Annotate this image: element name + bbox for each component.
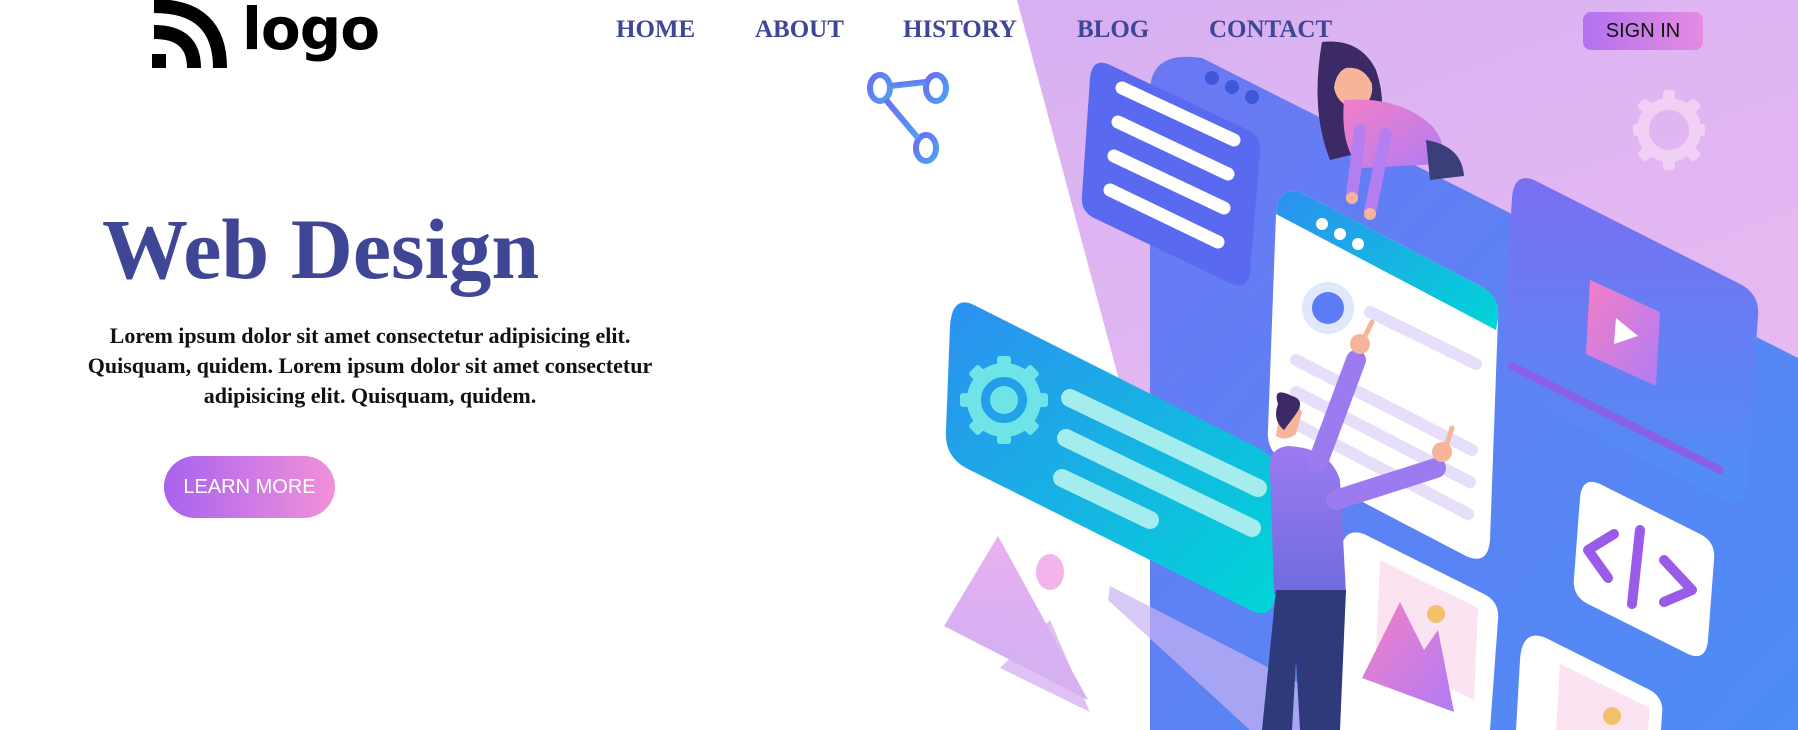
hero-description: Lorem ipsum dolor sit amet consectetur a… (87, 323, 653, 408)
share-nodes-icon (867, 72, 949, 164)
nav-contact[interactable]: CONTACT (1209, 14, 1332, 46)
nav-blog[interactable]: BLOG (1077, 14, 1149, 46)
wifi-arcs-icon (152, 0, 227, 68)
learn-more-button[interactable]: LEARN MORE (164, 456, 335, 518)
gear-icon (960, 356, 1048, 444)
nav-history[interactable]: HISTORY (903, 14, 1017, 46)
logo-text: logo (242, 0, 380, 63)
gear-icon (1633, 90, 1705, 170)
sign-in-button[interactable]: SIGN IN (1583, 12, 1703, 50)
nav-about[interactable]: ABOUT (755, 14, 844, 46)
nav-home[interactable]: HOME (616, 14, 695, 46)
site-logo[interactable]: logo (152, 0, 380, 68)
hero-title: Web Design (102, 201, 540, 297)
